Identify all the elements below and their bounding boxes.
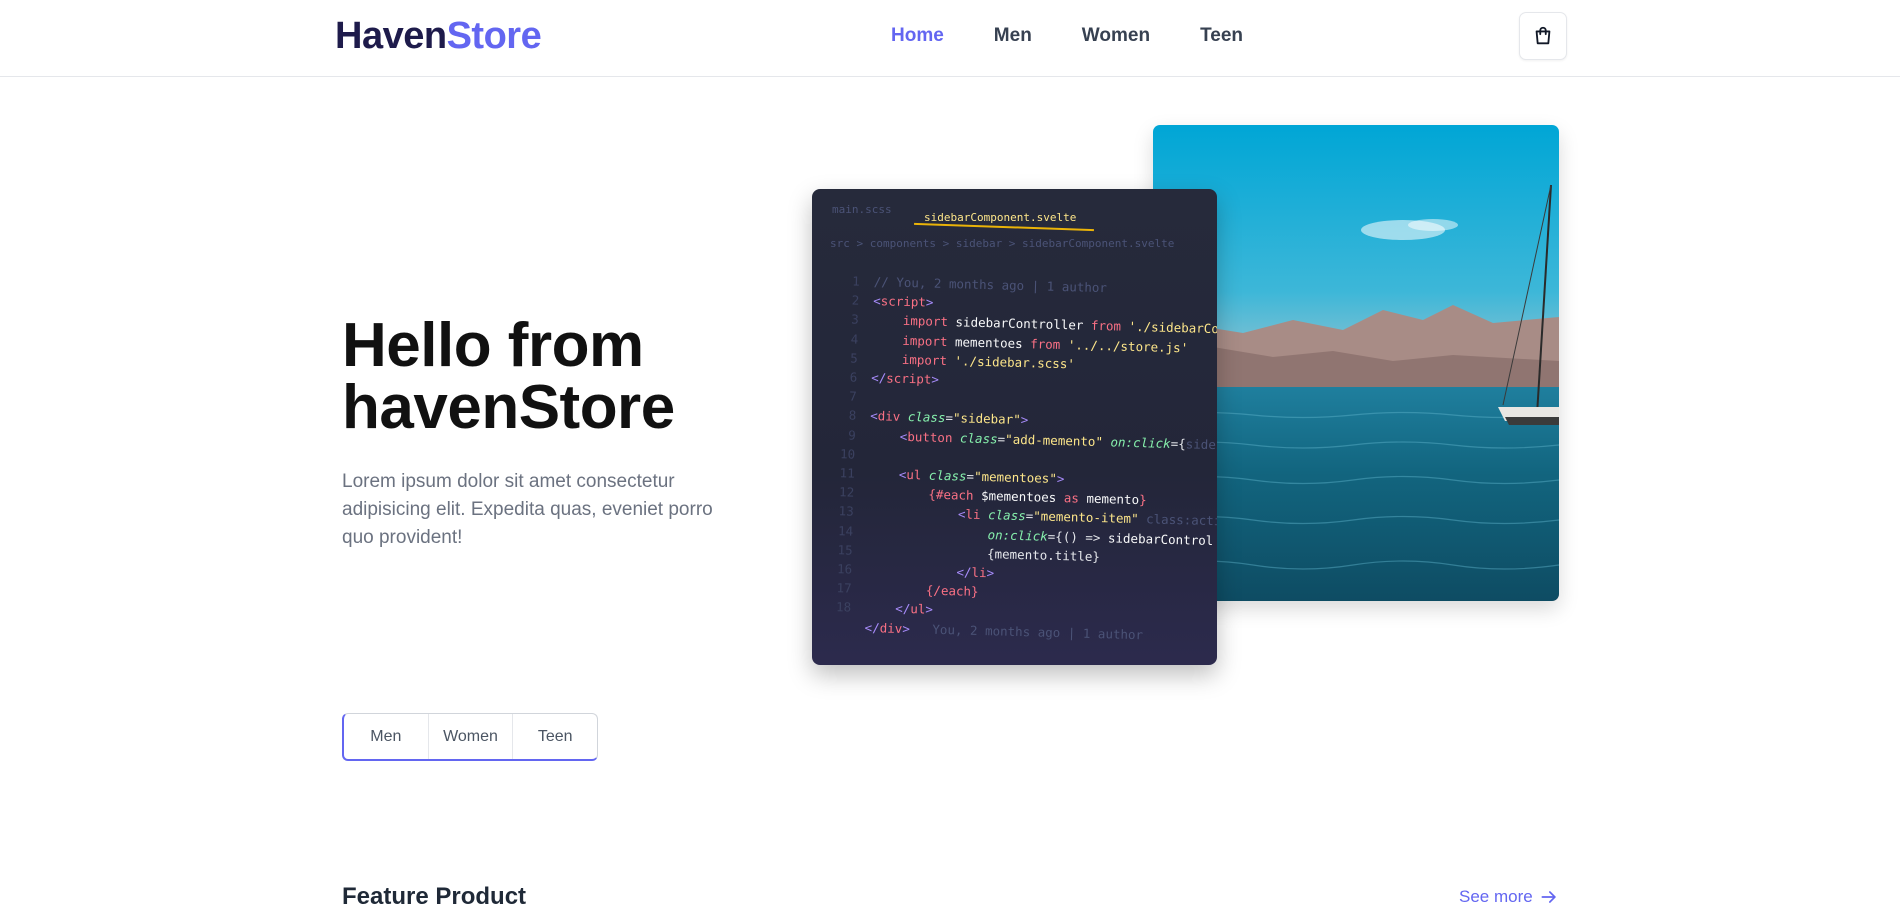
code-content: 1// You, 2 months ago | 1 author 2 <scrip… — [835, 273, 1217, 642]
category-tabs: Men Women Teen — [342, 713, 598, 761]
see-more-label: See more — [1459, 887, 1533, 906]
editor-breadcrumb: src > components > sidebar > sidebarComp… — [830, 237, 1175, 250]
logo-part-haven: Haven — [335, 15, 447, 57]
cart-button[interactable] — [1519, 12, 1567, 60]
category-tab-men[interactable]: Men — [344, 714, 429, 759]
editor-tabs: main.scss sidebarComponent.svelte src > … — [812, 189, 1217, 250]
nav-teen[interactable]: Teen — [1200, 22, 1243, 50]
logo[interactable]: HavenStore — [335, 14, 542, 58]
main-nav: Home Men Women Teen — [891, 22, 1293, 50]
nav-women[interactable]: Women — [1082, 22, 1150, 50]
nav-men[interactable]: Men — [994, 22, 1032, 50]
editor-tab-active: sidebarComponent.svelte — [924, 211, 1077, 224]
site-header: HavenStore Home Men Women Teen — [0, 0, 1900, 77]
hero-title: Hello from havenStore — [342, 315, 842, 439]
active-tab-underline — [914, 222, 1094, 232]
code-editor-image: main.scss sidebarComponent.svelte src > … — [812, 189, 1217, 665]
logo-part-store: Store — [446, 15, 542, 57]
nav-home[interactable]: Home — [891, 22, 944, 50]
category-tab-women[interactable]: Women — [429, 714, 514, 759]
editor-tab-previous: main.scss — [832, 203, 892, 216]
hero-title-line1: Hello from — [342, 311, 644, 380]
hero-description: Lorem ipsum dolor sit amet consectetur a… — [342, 471, 713, 548]
category-tab-teen[interactable]: Teen — [513, 714, 597, 759]
arrow-right-icon — [1541, 891, 1556, 903]
feature-section-title: Feature Product — [342, 883, 527, 910]
hero-title-line2: havenStore — [342, 373, 675, 442]
shopping-bag-icon — [1535, 26, 1551, 45]
see-more-link[interactable]: See more — [1459, 886, 1559, 908]
